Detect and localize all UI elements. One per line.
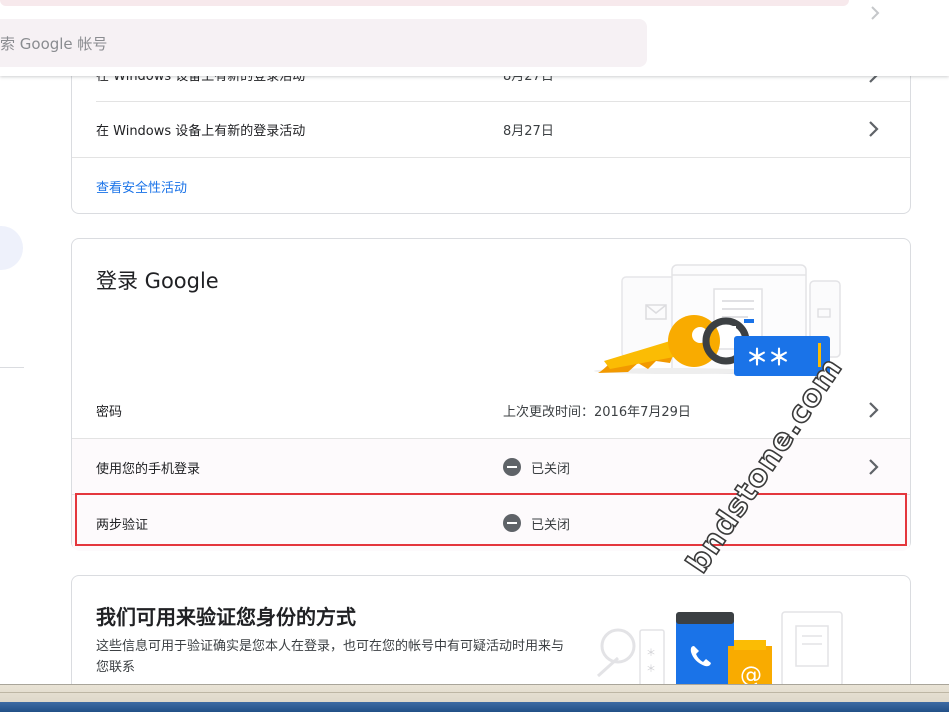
signin-illustration: ＊＊	[594, 264, 841, 376]
password-label: 密码	[96, 405, 123, 420]
card-description: 这些信息可用于验证确实是您本人在登录，也可在您的帐号中有可疑活动时用来与您联系	[96, 639, 565, 675]
verify-illustration: ＊ ＊ @	[596, 611, 843, 686]
activity-row[interactable]: 在 Windows 设备上有新的登录活动 8月27日	[72, 101, 910, 157]
search-bar[interactable]: 索 Google 帐号	[0, 19, 647, 67]
off-status-icon	[503, 458, 521, 476]
sidebar-divider	[0, 367, 24, 368]
card-title: 我们可用来验证您身份的方式	[96, 605, 356, 629]
phone-signin-status: 已关闭	[531, 462, 571, 477]
chevron-right-icon	[869, 121, 879, 137]
search-input[interactable]: 索 Google 帐号	[0, 33, 107, 54]
card-title: 登录 Google	[96, 269, 219, 293]
previous-row-fragment	[0, 0, 849, 6]
chevron-right-icon	[869, 402, 879, 418]
top-header: 索 Google 帐号	[0, 0, 949, 76]
sidebar-selected-item[interactable]	[0, 226, 23, 270]
taskbar-divider	[0, 692, 949, 693]
activity-label: 在 Windows 设备上有新的登录活动	[96, 124, 306, 139]
activity-date: 8月27日	[503, 124, 554, 139]
svg-text:＊: ＊	[646, 648, 656, 659]
os-taskbar	[0, 684, 949, 712]
view-security-activity-link[interactable]: 查看安全性活动	[96, 177, 187, 196]
chevron-right-icon	[868, 6, 882, 20]
row-divider	[72, 157, 910, 158]
chevron-right-icon	[869, 459, 879, 475]
svg-text:＊: ＊	[646, 664, 656, 675]
highlight-annotation-box	[75, 493, 907, 546]
taskbar-blue-strip	[0, 702, 949, 712]
password-mask-text: ＊＊	[746, 346, 790, 371]
svg-text:@: @	[740, 663, 762, 686]
password-last-changed: 上次更改时间：2016年7月29日	[503, 405, 691, 420]
phone-signin-label: 使用您的手机登录	[96, 462, 201, 477]
